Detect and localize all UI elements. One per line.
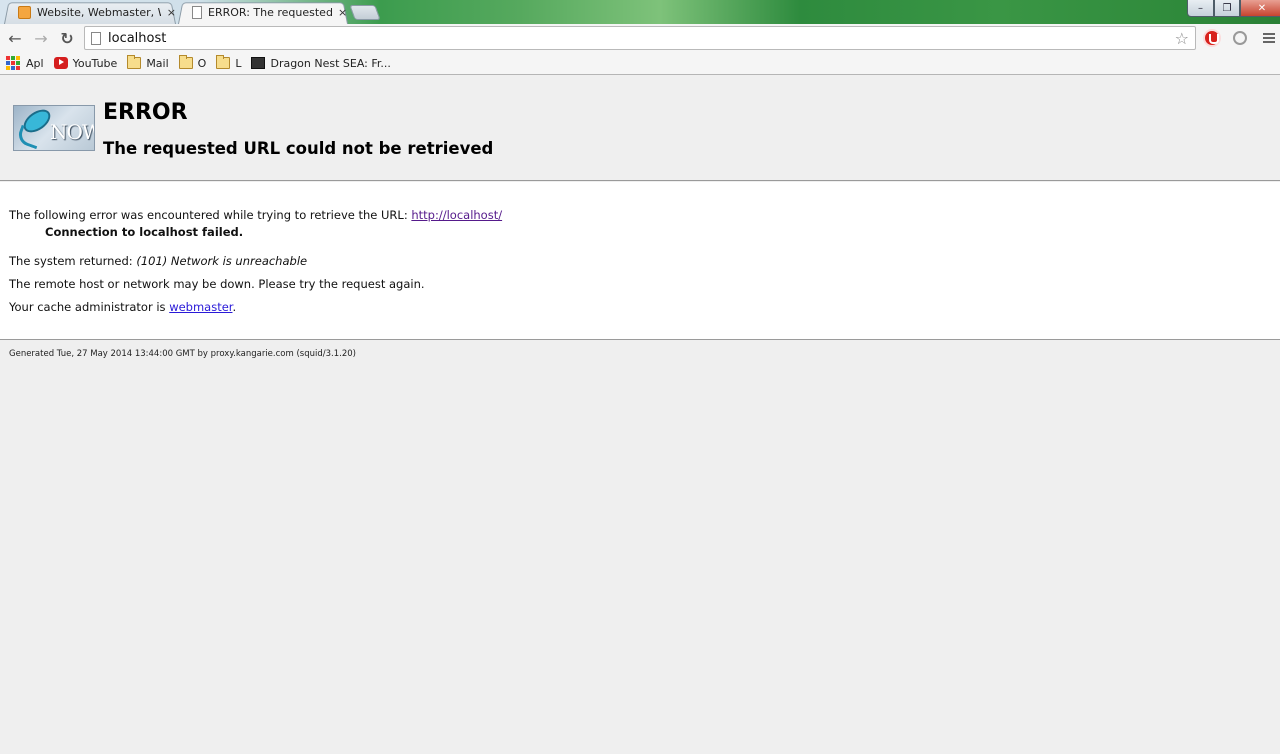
bookmark-label: L xyxy=(235,56,242,70)
system-returned-value: (101) Network is unreachable xyxy=(136,254,308,268)
bookmark-folder-l[interactable]: L xyxy=(216,55,242,70)
bookmark-label: Apl xyxy=(26,56,44,70)
site-favicon-icon xyxy=(18,6,31,19)
logo-text: NOW xyxy=(50,120,94,144)
tab-close-icon[interactable]: × xyxy=(167,6,176,19)
error-body: The following error was encountered whil… xyxy=(0,182,1280,340)
new-tab-button[interactable] xyxy=(349,5,381,20)
reload-button[interactable]: ↻ xyxy=(57,28,77,48)
back-button[interactable]: ← xyxy=(5,28,25,48)
bookmarks-bar: Apl YouTube Mail O L Dragon Nest SEA: Fr… xyxy=(0,52,1280,75)
folder-icon xyxy=(127,55,142,69)
error-intro-text: The following error was encountered whil… xyxy=(9,208,412,222)
cache-admin-label: Your cache administrator is xyxy=(9,300,170,314)
page-content: NOW ERROR The requested URL could not be… xyxy=(0,76,1280,754)
tab-label: Website, Webmaster, Web xyxy=(37,6,161,19)
browser-toolbar: ← → ↻ ☆ xyxy=(0,24,1280,52)
page-icon xyxy=(91,31,101,45)
bookmark-youtube[interactable]: YouTube xyxy=(53,56,118,70)
tab-website-webmaster[interactable]: Website, Webmaster, Web × xyxy=(4,1,176,24)
dragon-nest-icon xyxy=(251,57,266,69)
system-returned: The system returned: (101) Network is un… xyxy=(9,254,307,268)
folder-icon xyxy=(216,55,231,69)
page-subtitle: The requested URL could not be retrieved xyxy=(103,139,494,158)
system-returned-label: The system returned: xyxy=(9,254,137,268)
forward-button[interactable]: → xyxy=(31,28,51,48)
maximize-button[interactable]: ❐ xyxy=(1214,0,1240,17)
cache-admin-suffix: . xyxy=(232,300,237,314)
search-extension-icon[interactable] xyxy=(1233,31,1247,45)
bookmark-folder-o[interactable]: O xyxy=(178,55,207,70)
page-title: ERROR xyxy=(103,100,188,125)
tab-error-page[interactable]: ERROR: The requested URL × xyxy=(178,1,348,24)
cache-admin-line: Your cache administrator is webmaster. xyxy=(9,300,236,314)
folder-icon xyxy=(178,55,193,69)
window-controls: – ❐ ✕ xyxy=(1187,0,1280,17)
youtube-icon xyxy=(53,57,68,69)
bookmark-dragon-nest[interactable]: Dragon Nest SEA: Fr... xyxy=(251,56,391,70)
chrome-menu-icon[interactable] xyxy=(1263,33,1275,43)
close-window-button[interactable]: ✕ xyxy=(1240,0,1280,17)
bookmark-folder-mail[interactable]: Mail xyxy=(127,55,169,70)
bookmark-star-icon[interactable]: ☆ xyxy=(1175,29,1189,48)
webmaster-link[interactable]: webmaster xyxy=(169,300,232,314)
bookmark-apps[interactable]: Apl xyxy=(6,56,44,70)
squid-logo: NOW xyxy=(13,105,95,151)
bookmark-label: Dragon Nest SEA: Fr... xyxy=(270,56,391,70)
generated-footer: Generated Tue, 27 May 2014 13:44:00 GMT … xyxy=(9,349,356,359)
bookmark-label: YouTube xyxy=(72,56,118,70)
page-favicon-icon xyxy=(192,6,202,19)
error-header: NOW ERROR The requested URL could not be… xyxy=(0,76,1280,181)
bookmark-label: O xyxy=(197,56,207,70)
tab-close-icon[interactable]: × xyxy=(338,6,347,19)
bookmark-label: Mail xyxy=(146,56,169,70)
requested-url-link[interactable]: http://localhost/ xyxy=(411,208,502,222)
remote-host-message: The remote host or network may be down. … xyxy=(9,277,425,291)
error-message: Connection to localhost failed. xyxy=(45,225,244,239)
adblock-extension-icon[interactable] xyxy=(1203,29,1221,47)
title-bar: Website, Webmaster, Web × ERROR: The req… xyxy=(0,0,1280,24)
minimize-button[interactable]: – xyxy=(1187,0,1214,17)
address-bar[interactable]: ☆ xyxy=(84,26,1196,50)
tab-label: ERROR: The requested URL xyxy=(208,6,332,19)
apps-icon xyxy=(6,56,20,70)
error-intro: The following error was encountered whil… xyxy=(9,208,502,222)
url-input[interactable] xyxy=(108,30,1158,46)
